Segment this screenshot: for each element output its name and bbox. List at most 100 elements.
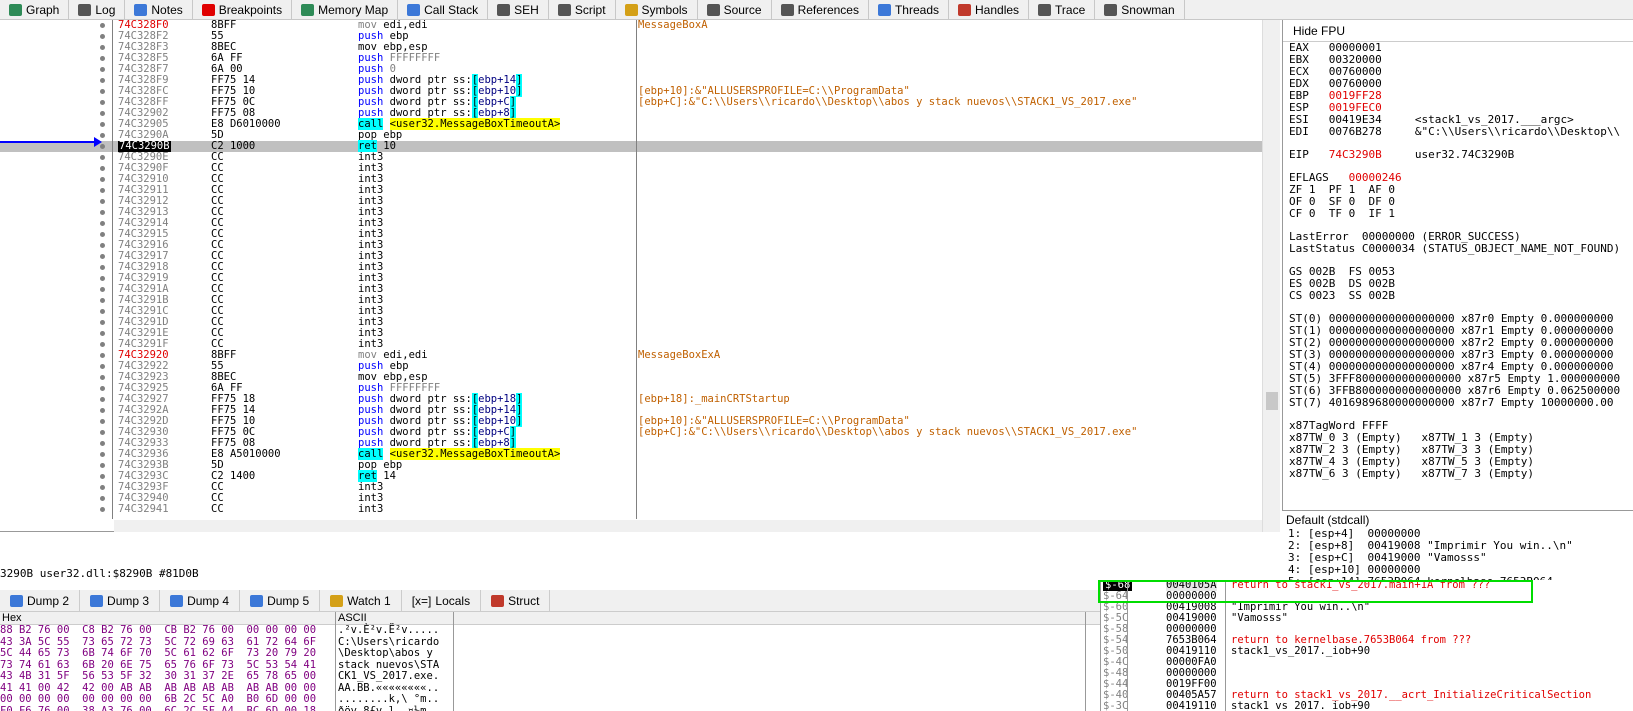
disassembly-row[interactable]: 74C328F0 8BFF mov edi,edi MessageBoxA [0, 20, 1262, 31]
disassembly-row[interactable]: 74C32941 CC int3 [0, 504, 1262, 515]
disassembly-row[interactable]: 74C32918 CC int3 [0, 262, 1262, 273]
tab-snowman[interactable]: Snowman [1095, 0, 1185, 20]
breakpoint-dot-icon[interactable] [100, 199, 105, 204]
disassembly-row[interactable]: 74C32913 CC int3 [0, 207, 1262, 218]
breakpoint-dot-icon[interactable] [100, 474, 105, 479]
dump-row[interactable]: 5C 44 65 73 6B 74 6F 70 5C 61 62 6F 73 2… [0, 647, 1100, 660]
breakpoint-dot-icon[interactable] [100, 276, 105, 281]
disassembly-row[interactable]: 74C3292A FF75 14 push dword ptr ss:[ebp+14… [0, 404, 1262, 416]
disassembly-row[interactable]: 74C328FF FF75 0C push dword ptr ss:[ebp+C]… [0, 96, 1262, 108]
disassembly-row[interactable]: 74C32914 CC int3 [0, 218, 1262, 229]
disassembly-row[interactable]: 74C32920 8BFF mov edi,edi MessageBoxExA [0, 350, 1262, 361]
breakpoint-dot-icon[interactable] [100, 232, 105, 237]
tab-references[interactable]: References [772, 0, 869, 20]
breakpoint-dot-icon[interactable] [100, 177, 105, 182]
breakpoint-dot-icon[interactable] [100, 265, 105, 270]
breakpoint-dot-icon[interactable] [100, 452, 105, 457]
disassembly-row[interactable]: 74C32916 CC int3 [0, 240, 1262, 251]
tab-handles[interactable]: Handles [949, 0, 1030, 20]
breakpoint-dot-icon[interactable] [100, 155, 105, 160]
breakpoint-dot-icon[interactable] [100, 287, 105, 292]
call-target[interactable]: <user32.MessageBoxTimeoutA> [389, 448, 561, 460]
breakpoint-dot-icon[interactable] [100, 254, 105, 259]
breakpoint-dot-icon[interactable] [100, 375, 105, 380]
breakpoint-dot-icon[interactable] [100, 463, 105, 468]
breakpoint-dot-icon[interactable] [100, 34, 105, 39]
tab-call-stack[interactable]: Call Stack [398, 0, 489, 20]
tab-dump-5[interactable]: Dump 5 [240, 589, 321, 612]
tab-dump-4[interactable]: Dump 4 [160, 589, 241, 612]
breakpoint-dot-icon[interactable] [100, 111, 105, 116]
disassembly-row[interactable]: 74C32915 CC int3 [0, 229, 1262, 240]
disassembly-row[interactable]: 74C3291E CC int3 [0, 328, 1262, 339]
breakpoint-dot-icon[interactable] [100, 419, 105, 424]
tab-trace[interactable]: Trace [1029, 0, 1096, 20]
tab-memory-map[interactable]: Memory Map [292, 0, 399, 20]
disassembly-row[interactable]: 74C32927 FF75 18 push dword ptr ss:[ebp+18… [0, 393, 1262, 405]
memory-dump-view[interactable]: Hex ASCII 88 B2 76 00 C8 B2 76 00 CB B2 … [0, 612, 1100, 711]
breakpoint-dot-icon[interactable] [100, 353, 105, 358]
tab-log[interactable]: Log [69, 0, 126, 20]
breakpoint-dot-icon[interactable] [100, 100, 105, 105]
disassembly-row[interactable]: 74C3293B 5D pop ebp [0, 460, 1262, 471]
tab-threads[interactable]: Threads [869, 0, 949, 20]
breakpoint-dot-icon[interactable] [100, 309, 105, 314]
register-line[interactable]: LastStatus C0000034 (STATUS_OBJECT_NAME_… [1283, 243, 1633, 255]
breakpoint-dot-icon[interactable] [100, 386, 105, 391]
breakpoint-dot-icon[interactable] [100, 166, 105, 171]
breakpoint-dot-icon[interactable] [100, 485, 105, 490]
tab-seh[interactable]: SEH [488, 0, 549, 20]
breakpoint-dot-icon[interactable] [100, 188, 105, 193]
breakpoint-dot-icon[interactable] [100, 78, 105, 83]
call-target[interactable]: <user32.MessageBoxTimeoutA> [389, 118, 561, 130]
disassembly-row[interactable]: 74C328F2 55 push ebp [0, 31, 1262, 42]
disassembly-row[interactable]: 74C328F5 6A FF push FFFFFFFF [0, 53, 1262, 64]
disassembly-row[interactable]: 74C32902 FF75 08 push dword ptr ss:[ebp+8] [0, 107, 1262, 119]
disassembly-row[interactable]: 74C3290B C2 1000 ret 10 [0, 140, 1262, 152]
stack-row[interactable]: $-3C 00419110 stack1_vs_2017._iob+90 [1101, 701, 1633, 711]
disassembly-row[interactable]: 74C3293C C2 1400 ret 14 [0, 470, 1262, 482]
breakpoint-dot-icon[interactable] [100, 56, 105, 61]
breakpoint-dot-icon[interactable] [100, 507, 105, 512]
breakpoint-dot-icon[interactable] [100, 122, 105, 127]
breakpoint-dot-icon[interactable] [100, 364, 105, 369]
hide-fpu-toggle[interactable]: Hide FPU [1283, 20, 1633, 42]
disassembly-vertical-scrollbar[interactable] [1262, 20, 1280, 532]
disassembly-row[interactable]: 74C32933 FF75 08 push dword ptr ss:[ebp+8] [0, 437, 1262, 449]
disassembly-row[interactable]: 74C328F3 8BEC mov ebp,esp [0, 42, 1262, 53]
disassembly-row[interactable]: 74C32919 CC int3 [0, 273, 1262, 284]
disassembly-row[interactable]: 74C328F9 FF75 14 push dword ptr ss:[ebp+14… [0, 74, 1262, 86]
calling-convention-select[interactable]: Default (stdcall) [1282, 510, 1633, 528]
breakpoint-dot-icon[interactable] [100, 331, 105, 336]
breakpoint-dot-icon[interactable] [100, 320, 105, 325]
tab-dump-2[interactable]: Dump 2 [0, 589, 81, 612]
disassembly-row[interactable]: 74C3290E CC int3 [0, 152, 1262, 163]
breakpoint-dot-icon[interactable] [100, 67, 105, 72]
disassembly-row[interactable]: 74C32925 6A FF push FFFFFFFF [0, 383, 1262, 394]
disassembly-row[interactable]: 74C3291A CC int3 [0, 284, 1262, 295]
scrollbar-thumb[interactable] [1266, 392, 1278, 410]
tab-locals[interactable]: [x=] Locals [402, 589, 482, 612]
tab-symbols[interactable]: Symbols [616, 0, 698, 20]
breakpoint-dot-icon[interactable] [100, 243, 105, 248]
disassembly-horizontal-scrollbar[interactable] [114, 520, 1262, 532]
breakpoint-dot-icon[interactable] [100, 342, 105, 347]
breakpoint-dot-icon[interactable] [100, 408, 105, 413]
disassembly-row[interactable]: 74C3290A 5D pop ebp [0, 130, 1262, 141]
dump-row[interactable]: 43 4B 31 5F 56 53 5F 32 30 31 37 2E 65 7… [0, 670, 1100, 683]
breakpoint-dot-icon[interactable] [100, 45, 105, 50]
dump-row[interactable]: F0 F6 76 00 38 A3 76 00 6C 2C 5F A4 BC 6… [0, 705, 1100, 711]
breakpoint-dot-icon[interactable] [100, 397, 105, 402]
disassembly-row[interactable]: 74C32910 CC int3 [0, 174, 1262, 185]
tab-struct[interactable]: Struct [481, 589, 551, 612]
disassembly-row[interactable]: 74C3291C CC int3 [0, 306, 1262, 317]
register-line[interactable]: x87TW_6 3 (Empty) x87TW_7 3 (Empty) [1283, 468, 1633, 480]
register-line[interactable]: CS 0023 SS 002B [1283, 290, 1633, 302]
breakpoint-dot-icon[interactable] [100, 23, 105, 28]
dump-row[interactable]: 88 B2 76 00 C8 B2 76 00 CB B2 76 00 00 0… [0, 624, 1100, 637]
disassembly-row[interactable]: 74C32923 8BEC mov ebp,esp [0, 372, 1262, 383]
register-line[interactable]: ST(7) 4016989680000000000 x87r7 Empty 10… [1283, 397, 1633, 409]
register-line[interactable]: CF 0 TF 0 IF 1 [1283, 208, 1633, 220]
disassembly-row[interactable]: 74C32912 CC int3 [0, 196, 1262, 207]
disassembly-row[interactable]: 74C32936 E8 A5010000 call <user32.MessageB… [0, 448, 1262, 460]
